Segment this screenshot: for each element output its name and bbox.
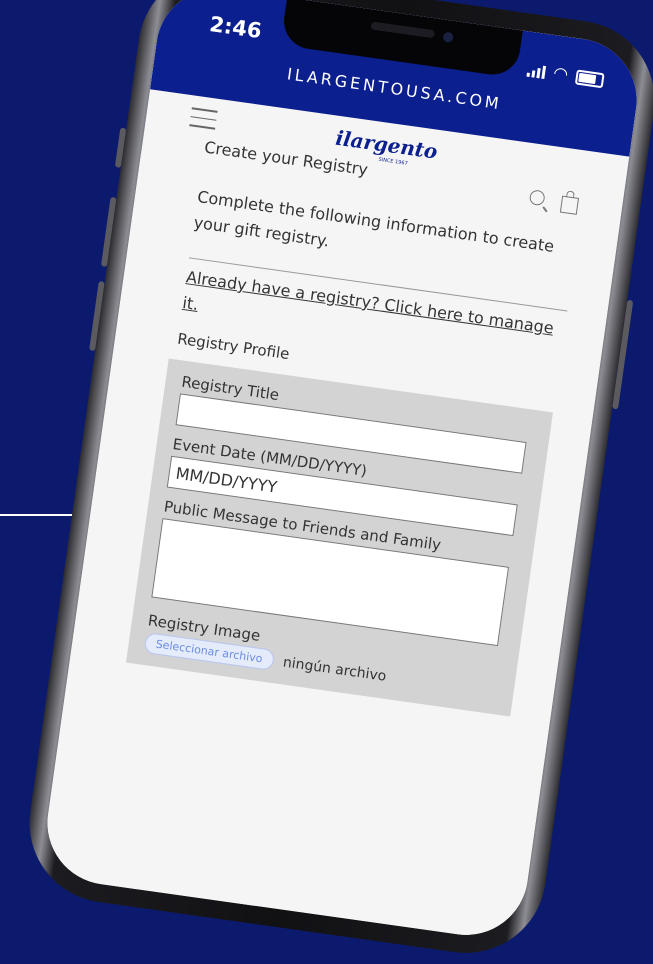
wifi-icon: ◠ [551,63,570,86]
signal-icon [526,63,547,79]
phone-mockup: 2:46 ◠ ILARGENTOUSA.COM ilargento SINCE … [19,0,653,964]
status-time: 2:46 [208,12,264,44]
registry-form: Registry Title Event Date (MM/DD/YYYY) P… [125,358,553,717]
hamburger-icon[interactable] [188,107,218,136]
system-icons: ◠ [526,60,605,90]
speaker-grille [370,21,435,39]
search-icon[interactable] [528,189,546,207]
front-camera [442,31,454,43]
battery-icon [574,68,605,88]
shopping-bag-icon[interactable] [559,195,580,215]
